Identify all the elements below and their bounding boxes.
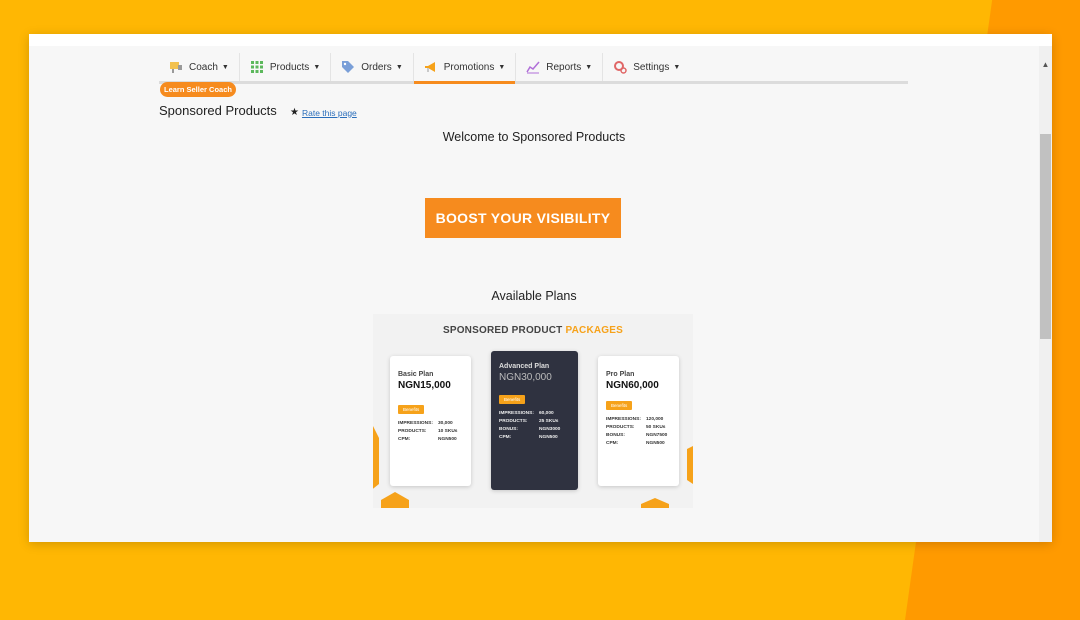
star-icon: ★ — [290, 107, 299, 118]
plan-stat-row: BONUS: NGN3000 — [499, 427, 561, 432]
packages-heading: SPONSORED PRODUCT PACKAGES — [373, 325, 693, 336]
plan-stat-row: BONUS: NGN7500 — [606, 433, 668, 438]
plan-stat-row: CPM: NGN500 — [398, 437, 457, 442]
plan-stat-row: IMPRESSIONS: 60,000 — [499, 411, 554, 416]
coach-icon — [169, 60, 183, 74]
plan-name: Pro Plan — [606, 371, 635, 378]
nav-label: Coach — [189, 61, 218, 73]
benefits-badge: Benefits — [398, 405, 425, 414]
plan-price: NGN60,000 — [606, 380, 659, 391]
plan-name: Basic Plan — [398, 371, 434, 378]
plan-stat-row: IMPRESSIONS: 30,000 — [398, 421, 453, 426]
packages-banner: SPONSORED PRODUCT PACKAGES Basic Plan NG… — [373, 314, 693, 508]
nav-label: Products — [269, 61, 310, 73]
plan-card-basic: Basic Plan NGN15,000 Benefits IMPRESSION… — [390, 356, 471, 486]
scroll-up-icon[interactable]: ▲ — [1039, 60, 1052, 69]
browser-window: ▲ Coach ▼ Products ▼ Orders ▼ Promotions… — [29, 34, 1052, 542]
nav-item-coach[interactable]: Coach ▼ — [159, 53, 240, 81]
chevron-down-icon: ▼ — [395, 63, 403, 71]
chevron-down-icon: ▼ — [585, 63, 593, 71]
boost-visibility-button[interactable]: BOOST YOUR VISIBILITY — [425, 198, 621, 238]
benefits-badge: Benefits — [606, 401, 633, 410]
available-plans-heading: Available Plans — [491, 289, 577, 303]
scroll-thumb[interactable] — [1040, 134, 1051, 339]
chevron-down-icon: ▼ — [498, 63, 506, 71]
nav-label: Reports — [546, 61, 582, 73]
plan-stat-row: PRODUCTS: 10 SKUs — [398, 429, 458, 434]
nav-item-reports[interactable]: Reports ▼ — [516, 53, 604, 81]
megaphone-icon — [424, 60, 438, 74]
plan-price: NGN30,000 — [499, 372, 552, 383]
chevron-down-icon: ▼ — [313, 63, 321, 71]
tag-icon — [341, 60, 355, 74]
plan-stat-row: CPM: NGN500 — [606, 441, 665, 446]
nav-item-settings[interactable]: Settings ▼ — [603, 53, 690, 81]
plan-card-advanced: Advanced Plan NGN30,000 Benefits IMPRESS… — [491, 351, 578, 490]
nav-item-orders[interactable]: Orders ▼ — [331, 53, 414, 81]
chevron-down-icon: ▼ — [221, 63, 229, 71]
chevron-down-icon: ▼ — [673, 63, 681, 71]
benefits-badge: Benefits — [499, 395, 526, 404]
main-nav: Coach ▼ Products ▼ Orders ▼ Promotions ▼ — [159, 53, 908, 84]
packages-heading-accent: PACKAGES — [565, 325, 624, 336]
vertical-scrollbar[interactable]: ▲ — [1039, 46, 1052, 542]
plan-name: Advanced Plan — [499, 363, 550, 370]
rate-this-page[interactable]: ★ Rate this page — [290, 107, 357, 118]
plan-stat-row: CPM: NGN500 — [499, 435, 558, 440]
nav-item-promotions[interactable]: Promotions ▼ — [413, 53, 517, 84]
nav-label: Orders — [361, 61, 392, 73]
plan-card-pro: Pro Plan NGN60,000 Benefits IMPRESSIONS:… — [598, 356, 679, 486]
welcome-heading: Welcome to Sponsored Products — [442, 130, 626, 144]
learn-seller-coach-button[interactable]: Learn Seller Coach — [160, 82, 236, 97]
packages-heading-main: SPONSORED PRODUCT — [442, 325, 566, 336]
plan-stat-row: IMPRESSIONS: 120,000 — [606, 417, 664, 422]
page-title: Sponsored Products — [159, 103, 277, 118]
plan-stat-row: PRODUCTS: 50 SKUs — [606, 425, 666, 430]
chart-line-icon — [526, 60, 540, 74]
plan-price: NGN15,000 — [398, 380, 451, 391]
top-strip — [29, 34, 1052, 46]
nav-label: Settings — [633, 61, 670, 73]
plan-stat-row: PRODUCTS: 25 SKUs — [499, 419, 559, 424]
rate-this-page-link[interactable]: Rate this page — [302, 108, 357, 118]
nav-label: Promotions — [443, 61, 495, 73]
grid-icon — [250, 60, 264, 74]
nav-item-products[interactable]: Products ▼ — [240, 53, 332, 81]
gear-icon — [613, 60, 627, 74]
